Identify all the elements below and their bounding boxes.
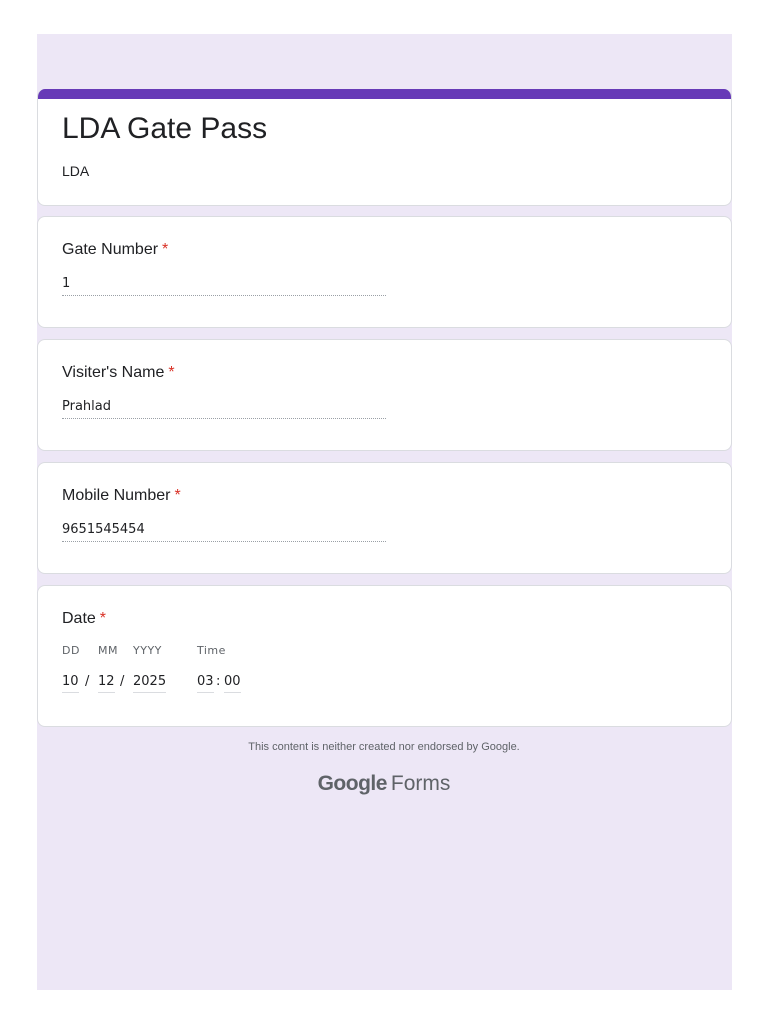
month-field[interactable]: 12	[98, 674, 115, 693]
mobile-number-field[interactable]: 9651545454	[62, 521, 386, 542]
question-title: Visiter's Name *	[62, 362, 175, 384]
disclaimer-text: This content is neither created nor endo…	[248, 741, 520, 753]
dd-label: DD	[62, 644, 80, 657]
question-card-visitor-name: Visiter's Name * Prahlad	[37, 339, 732, 451]
question-card-gate-number: Gate Number * 1	[37, 216, 732, 328]
minute-field[interactable]: 00	[224, 674, 241, 693]
hour-field[interactable]: 03	[197, 674, 214, 693]
form-header-card: LDA Gate Pass LDA	[37, 89, 732, 206]
mm-label: MM	[98, 644, 118, 657]
question-title: Gate Number *	[62, 239, 168, 261]
question-card-date: Date * DD MM YYYY Time 10 / 12 / 2025 03 …	[37, 585, 732, 727]
time-separator: :	[216, 674, 221, 689]
day-field[interactable]: 10	[62, 674, 79, 693]
brand-forms: Forms	[390, 772, 451, 795]
date-separator: /	[120, 674, 125, 689]
required-asterisk: *	[168, 364, 175, 381]
gate-number-field[interactable]: 1	[62, 275, 386, 296]
question-label: Mobile Number	[62, 487, 171, 504]
visitor-name-field[interactable]: Prahlad	[62, 398, 386, 419]
header-accent-bar	[38, 89, 731, 99]
required-asterisk: *	[162, 241, 169, 258]
form-description: LDA	[62, 163, 90, 179]
question-label: Visiter's Name	[62, 364, 165, 381]
brand-google: Google	[317, 772, 388, 795]
form-title: LDA Gate Pass	[62, 112, 268, 145]
question-label: Date	[62, 610, 96, 627]
question-title: Mobile Number *	[62, 485, 181, 507]
date-separator: /	[85, 674, 90, 689]
yyyy-label: YYYY	[133, 644, 162, 657]
year-field[interactable]: 2025	[133, 674, 167, 693]
google-forms-logo[interactable]: Google Forms	[0, 772, 768, 796]
question-label: Gate Number	[62, 241, 159, 258]
required-asterisk: *	[99, 610, 107, 627]
time-label: Time	[197, 644, 226, 657]
question-title: Date *	[62, 608, 106, 630]
required-asterisk: *	[174, 487, 181, 504]
question-card-mobile-number: Mobile Number * 9651545454	[37, 462, 732, 574]
